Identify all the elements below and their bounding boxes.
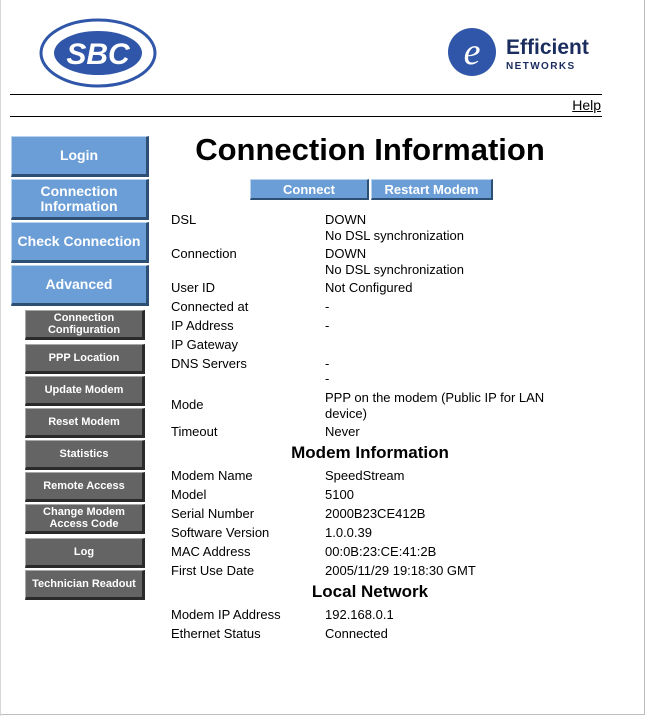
dsl-detail: No DSL synchronization xyxy=(325,228,464,243)
ip-address-label: IP Address xyxy=(171,318,234,333)
first-use-date-label: First Use Date xyxy=(171,563,255,578)
page-title: Connection Information xyxy=(195,132,545,167)
connection-label: Connection xyxy=(171,246,237,261)
nav-connection-information-button[interactable]: Connection Information xyxy=(11,179,149,220)
header-divider-lower xyxy=(10,116,602,117)
connect-button[interactable]: Connect xyxy=(250,179,369,200)
mode-label: Mode xyxy=(171,397,204,412)
svg-text:NETWORKS: NETWORKS xyxy=(506,61,576,72)
nav-advanced-button[interactable]: Advanced xyxy=(11,265,149,306)
user-id-value: Not Configured xyxy=(325,280,413,295)
nav-connection-configuration-button[interactable]: Connection Configuration xyxy=(25,310,145,340)
modem-name-label: Modem Name xyxy=(171,468,253,483)
nav-technician-readout-button[interactable]: Technician Readout xyxy=(25,570,145,600)
page-frame-left-edge xyxy=(0,0,1,716)
nav-log-button[interactable]: Log xyxy=(25,538,145,568)
sbc-logo-text: SBC xyxy=(66,38,131,71)
mac-address-value: 00:0B:23:CE:41:2B xyxy=(325,544,437,559)
connected-at-label: Connected at xyxy=(171,299,249,314)
efficient-networks-logo: e Efficient NETWORKS xyxy=(448,28,589,76)
modem-ip-address-label: Modem IP Address xyxy=(171,607,281,622)
ip-address-value: - xyxy=(325,318,330,333)
mode-value: PPP on the modem (Public IP for LAN devi… xyxy=(325,390,545,421)
serial-number-value: 2000B23CE412B xyxy=(325,506,426,521)
nav-remote-access-button[interactable]: Remote Access xyxy=(25,472,145,502)
ethernet-status-label: Ethernet Status xyxy=(171,626,261,641)
model-value: 5100 xyxy=(325,487,354,502)
first-use-date-value: 2005/11/29 19:18:30 GMT xyxy=(325,563,476,578)
help-link[interactable]: Help xyxy=(572,97,601,113)
connection-detail: No DSL synchronization xyxy=(325,262,464,277)
serial-number-label: Serial Number xyxy=(171,506,255,521)
dns-server-1-value: - xyxy=(325,356,330,371)
software-version-value: 1.0.0.39 xyxy=(325,525,372,540)
timeout-value: Never xyxy=(325,424,360,439)
svg-text:e: e xyxy=(464,31,481,73)
nav-update-modem-button[interactable]: Update Modem xyxy=(25,376,145,406)
dns-server-2-value: - xyxy=(325,371,330,386)
connection-value: DOWN xyxy=(325,246,367,261)
sbc-logo: SBC xyxy=(39,18,157,88)
mac-address-label: MAC Address xyxy=(171,544,251,559)
timeout-label: Timeout xyxy=(171,424,218,439)
nav-ppp-location-button[interactable]: PPP Location xyxy=(25,344,145,374)
ethernet-status-value: Connected xyxy=(325,626,388,641)
nav-check-connection-button[interactable]: Check Connection xyxy=(11,222,149,263)
nav-reset-modem-button[interactable]: Reset Modem xyxy=(25,408,145,438)
software-version-label: Software Version xyxy=(171,525,270,540)
ip-gateway-label: IP Gateway xyxy=(171,337,238,352)
nav-login-button[interactable]: Login xyxy=(11,136,149,177)
modem-ip-address-value: 192.168.0.1 xyxy=(325,607,394,622)
modem-information-heading: Modem Information xyxy=(291,443,449,462)
connected-at-value: - xyxy=(325,299,330,314)
dsl-label: DSL xyxy=(171,212,197,227)
nav-statistics-button[interactable]: Statistics xyxy=(25,440,145,470)
local-network-heading: Local Network xyxy=(311,582,429,601)
dns-servers-label: DNS Servers xyxy=(171,356,247,371)
header-divider xyxy=(10,94,602,95)
svg-text:Efficient: Efficient xyxy=(506,36,589,59)
dsl-value: DOWN xyxy=(325,212,367,227)
nav-change-modem-access-code-button[interactable]: Change Modem Access Code xyxy=(25,504,145,534)
user-id-label: User ID xyxy=(171,280,216,295)
modem-name-value: SpeedStream xyxy=(325,468,405,483)
restart-modem-button[interactable]: Restart Modem xyxy=(371,179,493,200)
model-label: Model xyxy=(171,487,207,502)
